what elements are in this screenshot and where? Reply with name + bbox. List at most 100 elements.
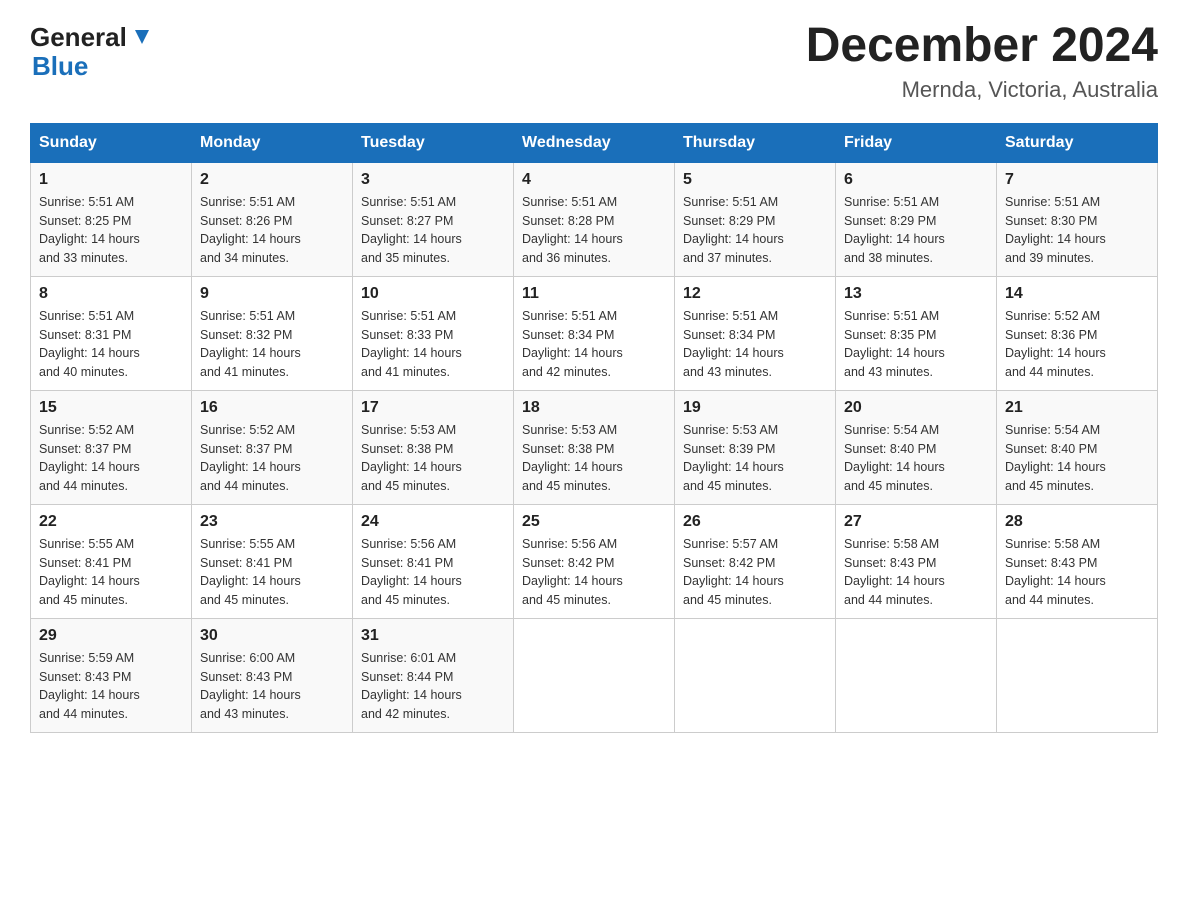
day-number: 6 — [844, 171, 988, 189]
day-number: 7 — [1005, 171, 1149, 189]
day-cell: 19 Sunrise: 5:53 AM Sunset: 8:39 PM Dayl… — [675, 390, 836, 504]
day-info: Sunrise: 5:53 AM Sunset: 8:38 PM Dayligh… — [361, 421, 505, 496]
day-cell: 27 Sunrise: 5:58 AM Sunset: 8:43 PM Dayl… — [836, 504, 997, 618]
day-number: 17 — [361, 399, 505, 417]
day-info: Sunrise: 5:59 AM Sunset: 8:43 PM Dayligh… — [39, 649, 183, 724]
day-info: Sunrise: 5:56 AM Sunset: 8:42 PM Dayligh… — [522, 535, 666, 610]
day-info: Sunrise: 5:53 AM Sunset: 8:39 PM Dayligh… — [683, 421, 827, 496]
header-monday: Monday — [192, 123, 353, 162]
day-info: Sunrise: 5:51 AM Sunset: 8:29 PM Dayligh… — [844, 193, 988, 268]
week-row-3: 15 Sunrise: 5:52 AM Sunset: 8:37 PM Dayl… — [31, 390, 1158, 504]
day-number: 3 — [361, 171, 505, 189]
day-number: 11 — [522, 285, 666, 303]
day-number: 13 — [844, 285, 988, 303]
day-cell: 10 Sunrise: 5:51 AM Sunset: 8:33 PM Dayl… — [353, 276, 514, 390]
calendar-table: SundayMondayTuesdayWednesdayThursdayFrid… — [30, 123, 1158, 733]
day-cell: 2 Sunrise: 5:51 AM Sunset: 8:26 PM Dayli… — [192, 162, 353, 276]
day-number: 22 — [39, 513, 183, 531]
day-cell: 8 Sunrise: 5:51 AM Sunset: 8:31 PM Dayli… — [31, 276, 192, 390]
day-number: 12 — [683, 285, 827, 303]
day-info: Sunrise: 5:51 AM Sunset: 8:28 PM Dayligh… — [522, 193, 666, 268]
day-number: 26 — [683, 513, 827, 531]
day-number: 29 — [39, 627, 183, 645]
header-saturday: Saturday — [997, 123, 1158, 162]
week-row-4: 22 Sunrise: 5:55 AM Sunset: 8:41 PM Dayl… — [31, 504, 1158, 618]
day-info: Sunrise: 5:52 AM Sunset: 8:37 PM Dayligh… — [200, 421, 344, 496]
day-cell: 23 Sunrise: 5:55 AM Sunset: 8:41 PM Dayl… — [192, 504, 353, 618]
day-info: Sunrise: 5:56 AM Sunset: 8:41 PM Dayligh… — [361, 535, 505, 610]
day-cell: 22 Sunrise: 5:55 AM Sunset: 8:41 PM Dayl… — [31, 504, 192, 618]
day-cell: 21 Sunrise: 5:54 AM Sunset: 8:40 PM Dayl… — [997, 390, 1158, 504]
day-info: Sunrise: 5:51 AM Sunset: 8:34 PM Dayligh… — [683, 307, 827, 382]
day-cell: 18 Sunrise: 5:53 AM Sunset: 8:38 PM Dayl… — [514, 390, 675, 504]
day-info: Sunrise: 5:51 AM Sunset: 8:29 PM Dayligh… — [683, 193, 827, 268]
day-info: Sunrise: 5:54 AM Sunset: 8:40 PM Dayligh… — [844, 421, 988, 496]
day-number: 19 — [683, 399, 827, 417]
day-cell: 15 Sunrise: 5:52 AM Sunset: 8:37 PM Dayl… — [31, 390, 192, 504]
day-info: Sunrise: 5:51 AM Sunset: 8:27 PM Dayligh… — [361, 193, 505, 268]
day-info: Sunrise: 5:58 AM Sunset: 8:43 PM Dayligh… — [844, 535, 988, 610]
calendar-body: 1 Sunrise: 5:51 AM Sunset: 8:25 PM Dayli… — [31, 162, 1158, 732]
day-info: Sunrise: 5:57 AM Sunset: 8:42 PM Dayligh… — [683, 535, 827, 610]
day-cell — [514, 618, 675, 732]
day-number: 5 — [683, 171, 827, 189]
day-number: 24 — [361, 513, 505, 531]
day-cell: 24 Sunrise: 5:56 AM Sunset: 8:41 PM Dayl… — [353, 504, 514, 618]
header-friday: Friday — [836, 123, 997, 162]
day-info: Sunrise: 5:52 AM Sunset: 8:37 PM Dayligh… — [39, 421, 183, 496]
day-info: Sunrise: 5:52 AM Sunset: 8:36 PM Dayligh… — [1005, 307, 1149, 382]
calendar-subtitle: Mernda, Victoria, Australia — [806, 77, 1158, 103]
day-cell: 7 Sunrise: 5:51 AM Sunset: 8:30 PM Dayli… — [997, 162, 1158, 276]
day-number: 27 — [844, 513, 988, 531]
day-cell: 5 Sunrise: 5:51 AM Sunset: 8:29 PM Dayli… — [675, 162, 836, 276]
day-cell: 17 Sunrise: 5:53 AM Sunset: 8:38 PM Dayl… — [353, 390, 514, 504]
day-info: Sunrise: 5:51 AM Sunset: 8:32 PM Dayligh… — [200, 307, 344, 382]
day-number: 10 — [361, 285, 505, 303]
day-number: 8 — [39, 285, 183, 303]
day-info: Sunrise: 5:58 AM Sunset: 8:43 PM Dayligh… — [1005, 535, 1149, 610]
day-number: 20 — [844, 399, 988, 417]
day-cell — [675, 618, 836, 732]
day-info: Sunrise: 5:54 AM Sunset: 8:40 PM Dayligh… — [1005, 421, 1149, 496]
day-cell — [997, 618, 1158, 732]
day-number: 28 — [1005, 513, 1149, 531]
day-number: 4 — [522, 171, 666, 189]
day-number: 1 — [39, 171, 183, 189]
logo: General Blue — [30, 20, 153, 79]
day-info: Sunrise: 5:51 AM Sunset: 8:25 PM Dayligh… — [39, 193, 183, 268]
day-number: 30 — [200, 627, 344, 645]
day-info: Sunrise: 5:53 AM Sunset: 8:38 PM Dayligh… — [522, 421, 666, 496]
day-cell: 14 Sunrise: 5:52 AM Sunset: 8:36 PM Dayl… — [997, 276, 1158, 390]
day-cell — [836, 618, 997, 732]
day-cell: 16 Sunrise: 5:52 AM Sunset: 8:37 PM Dayl… — [192, 390, 353, 504]
day-cell: 1 Sunrise: 5:51 AM Sunset: 8:25 PM Dayli… — [31, 162, 192, 276]
header-row: SundayMondayTuesdayWednesdayThursdayFrid… — [31, 123, 1158, 162]
day-number: 14 — [1005, 285, 1149, 303]
day-cell: 28 Sunrise: 5:58 AM Sunset: 8:43 PM Dayl… — [997, 504, 1158, 618]
logo-text: General Blue — [30, 20, 153, 79]
day-cell: 26 Sunrise: 5:57 AM Sunset: 8:42 PM Dayl… — [675, 504, 836, 618]
day-cell: 11 Sunrise: 5:51 AM Sunset: 8:34 PM Dayl… — [514, 276, 675, 390]
day-cell: 13 Sunrise: 5:51 AM Sunset: 8:35 PM Dayl… — [836, 276, 997, 390]
day-cell: 25 Sunrise: 5:56 AM Sunset: 8:42 PM Dayl… — [514, 504, 675, 618]
day-info: Sunrise: 5:51 AM Sunset: 8:35 PM Dayligh… — [844, 307, 988, 382]
day-cell: 9 Sunrise: 5:51 AM Sunset: 8:32 PM Dayli… — [192, 276, 353, 390]
day-cell: 20 Sunrise: 5:54 AM Sunset: 8:40 PM Dayl… — [836, 390, 997, 504]
day-number: 9 — [200, 285, 344, 303]
day-cell: 31 Sunrise: 6:01 AM Sunset: 8:44 PM Dayl… — [353, 618, 514, 732]
day-info: Sunrise: 5:51 AM Sunset: 8:31 PM Dayligh… — [39, 307, 183, 382]
day-cell: 12 Sunrise: 5:51 AM Sunset: 8:34 PM Dayl… — [675, 276, 836, 390]
day-cell: 6 Sunrise: 5:51 AM Sunset: 8:29 PM Dayli… — [836, 162, 997, 276]
calendar-header: SundayMondayTuesdayWednesdayThursdayFrid… — [31, 123, 1158, 162]
day-number: 18 — [522, 399, 666, 417]
header-wednesday: Wednesday — [514, 123, 675, 162]
day-info: Sunrise: 6:01 AM Sunset: 8:44 PM Dayligh… — [361, 649, 505, 724]
calendar-title: December 2024 — [806, 20, 1158, 73]
week-row-2: 8 Sunrise: 5:51 AM Sunset: 8:31 PM Dayli… — [31, 276, 1158, 390]
day-info: Sunrise: 5:51 AM Sunset: 8:33 PM Dayligh… — [361, 307, 505, 382]
day-number: 23 — [200, 513, 344, 531]
day-info: Sunrise: 5:55 AM Sunset: 8:41 PM Dayligh… — [200, 535, 344, 610]
day-info: Sunrise: 5:51 AM Sunset: 8:30 PM Dayligh… — [1005, 193, 1149, 268]
day-number: 16 — [200, 399, 344, 417]
page-header: General Blue December 2024 Mernda, Victo… — [30, 20, 1158, 103]
